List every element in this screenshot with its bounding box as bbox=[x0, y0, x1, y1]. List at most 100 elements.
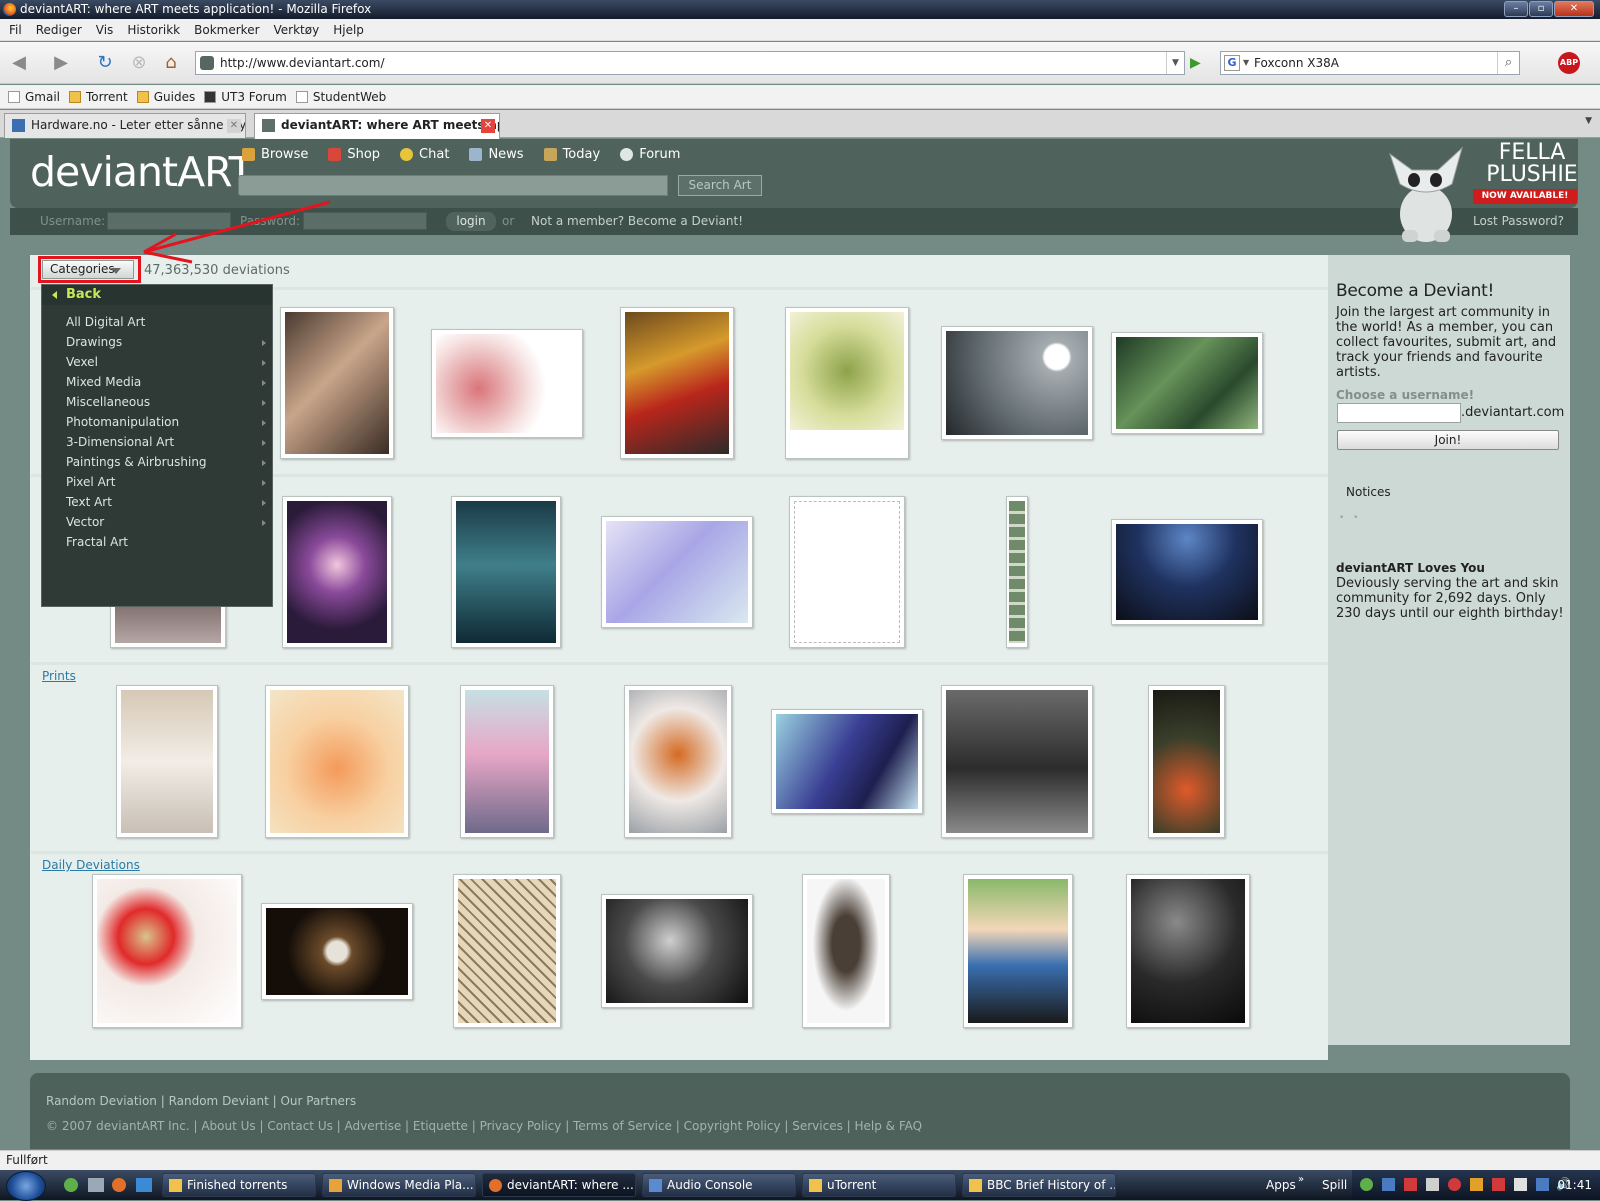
go-arrow-icon[interactable]: ▶ bbox=[1190, 52, 1210, 74]
tray-icon[interactable] bbox=[1360, 1178, 1373, 1191]
menu-item-text-art[interactable]: Text Art bbox=[66, 495, 112, 509]
taskbar-bbc-history[interactable]: BBC Brief History of ... bbox=[962, 1173, 1116, 1197]
thumbnail[interactable] bbox=[620, 307, 734, 459]
login-button[interactable]: login bbox=[446, 212, 496, 231]
menu-verktoy[interactable]: Verktøy bbox=[269, 23, 329, 37]
taskbar-windows-media-player[interactable]: Windows Media Pla... bbox=[322, 1173, 476, 1197]
google-engine-icon[interactable]: G bbox=[1224, 55, 1240, 71]
menu-item-fractal-art[interactable]: Fractal Art bbox=[66, 535, 128, 549]
deviantart-logo[interactable]: deviantART bbox=[30, 148, 254, 196]
menu-item-drawings[interactable]: Drawings bbox=[66, 335, 122, 349]
menu-fil[interactable]: Fil bbox=[4, 23, 31, 37]
thumbnail[interactable] bbox=[451, 496, 561, 648]
prints-link[interactable]: Prints bbox=[42, 669, 76, 683]
thumbnail[interactable] bbox=[601, 516, 753, 628]
menu-item-paintings[interactable]: Paintings & Airbrushing bbox=[66, 455, 207, 469]
nav-news[interactable]: News bbox=[469, 147, 524, 162]
thumbnail[interactable] bbox=[460, 685, 554, 838]
menu-vis[interactable]: Vis bbox=[91, 23, 123, 37]
menu-back[interactable]: Back bbox=[42, 285, 272, 305]
spill-toolbar[interactable]: Spill bbox=[1322, 1178, 1347, 1192]
quicklaunch-icon[interactable] bbox=[64, 1178, 78, 1192]
tray-icon[interactable] bbox=[1492, 1178, 1505, 1191]
da-search-input[interactable] bbox=[238, 175, 668, 196]
firefox-quicklaunch-icon[interactable] bbox=[112, 1178, 126, 1192]
thumbnail[interactable] bbox=[1111, 332, 1263, 434]
thumbnail[interactable] bbox=[802, 874, 890, 1028]
thumbnail[interactable] bbox=[601, 894, 753, 1008]
thumbnail[interactable] bbox=[280, 307, 394, 459]
url-bar[interactable]: http://www.deviantart.com/ ▼ bbox=[195, 51, 1185, 75]
menu-item-mixed-media[interactable]: Mixed Media bbox=[66, 375, 141, 389]
menu-hjelp[interactable]: Hjelp bbox=[328, 23, 373, 37]
url-dropdown-icon[interactable]: ▼ bbox=[1166, 52, 1184, 74]
menu-item-photomanipulation[interactable]: Photomanipulation bbox=[66, 415, 179, 429]
menu-item-3d-art[interactable]: 3-Dimensional Art bbox=[66, 435, 174, 449]
tab-hardware[interactable]: Hardware.no - Leter etter sånne kry... ✕ bbox=[4, 113, 246, 138]
daily-deviations-link[interactable]: Daily Deviations bbox=[42, 858, 140, 872]
join-button[interactable]: Join! bbox=[1337, 430, 1559, 450]
tray-icon[interactable] bbox=[1470, 1178, 1483, 1191]
thumbnail[interactable] bbox=[771, 709, 923, 814]
choose-username-input[interactable] bbox=[1337, 403, 1461, 423]
adblock-icon[interactable]: ABP bbox=[1558, 52, 1580, 74]
tray-icon[interactable] bbox=[1404, 1178, 1417, 1191]
apps-toolbar[interactable]: Apps bbox=[1266, 1178, 1296, 1192]
bookmark-guides[interactable]: Guides bbox=[136, 90, 195, 104]
nav-today[interactable]: Today bbox=[543, 147, 600, 162]
thumbnail[interactable] bbox=[1111, 519, 1263, 625]
fella-plushie-ad[interactable]: FELLA PLUSHIE NOW AVAILABLE! bbox=[1378, 138, 1590, 248]
nav-forum[interactable]: Forum bbox=[620, 147, 680, 162]
menu-item-vexel[interactable]: Vexel bbox=[66, 355, 98, 369]
tray-icon[interactable] bbox=[1382, 1178, 1395, 1191]
footer-links[interactable]: Random Deviation | Random Deviant | Our … bbox=[46, 1094, 356, 1108]
home-icon[interactable]: ⌂ bbox=[158, 50, 184, 76]
thumbnail[interactable] bbox=[282, 496, 392, 648]
tab-deviantart[interactable]: deviantART: where ART meets ap... ✕ bbox=[254, 113, 500, 139]
thumbnail[interactable] bbox=[1006, 496, 1028, 648]
bookmark-torrent[interactable]: Torrent bbox=[69, 90, 128, 104]
tray-icon[interactable] bbox=[1448, 1178, 1461, 1191]
menu-bokmerker[interactable]: Bokmerker bbox=[189, 23, 268, 37]
menu-item-vector[interactable]: Vector bbox=[66, 515, 104, 529]
menu-item-all-digital-art[interactable]: All Digital Art bbox=[66, 315, 145, 329]
desktop-quicklaunch-icon[interactable] bbox=[136, 1178, 152, 1192]
thumbnail[interactable] bbox=[941, 685, 1093, 838]
become-deviant-link[interactable]: Not a member? Become a Deviant! bbox=[531, 214, 743, 228]
thumbnail[interactable] bbox=[431, 329, 583, 438]
minimize-button[interactable]: – bbox=[1504, 1, 1528, 17]
menu-rediger[interactable]: Rediger bbox=[31, 23, 91, 37]
nav-chat[interactable]: Chat bbox=[400, 147, 449, 162]
menu-item-pixel-art[interactable]: Pixel Art bbox=[66, 475, 115, 489]
search-magnifier-icon[interactable]: ⌕ bbox=[1497, 52, 1519, 74]
tray-icon[interactable] bbox=[1514, 1178, 1527, 1191]
thumbnail[interactable] bbox=[116, 685, 218, 838]
maximize-button[interactable]: ▫ bbox=[1529, 1, 1553, 17]
nav-shop[interactable]: Shop bbox=[328, 147, 380, 162]
clock[interactable]: 01:41 bbox=[1557, 1178, 1592, 1192]
engine-dropdown-icon[interactable]: ▼ bbox=[1243, 52, 1249, 74]
tray-icon[interactable] bbox=[1426, 1178, 1439, 1191]
close-window-button[interactable]: ✕ bbox=[1554, 1, 1594, 17]
footer-legal-links[interactable]: © 2007 deviantART Inc. | About Us | Cont… bbox=[46, 1119, 922, 1133]
forward-arrow-icon[interactable]: ▶ bbox=[48, 50, 74, 76]
thumbnail[interactable] bbox=[789, 496, 905, 648]
thumbnail[interactable] bbox=[785, 307, 909, 459]
thumbnail[interactable] bbox=[941, 326, 1093, 440]
taskbar-audio-console[interactable]: Audio Console bbox=[642, 1173, 796, 1197]
thumbnail[interactable] bbox=[453, 874, 561, 1028]
taskbar-utorrent[interactable]: uTorrent bbox=[802, 1173, 956, 1197]
quicklaunch-icon[interactable] bbox=[88, 1178, 104, 1192]
bookmark-ut3-forum[interactable]: UT3 Forum bbox=[204, 90, 287, 104]
back-arrow-icon[interactable]: ◀ bbox=[6, 50, 32, 76]
close-tab-icon[interactable]: ✕ bbox=[481, 119, 495, 133]
search-art-button[interactable]: Search Art bbox=[678, 175, 762, 196]
thumbnail[interactable] bbox=[261, 903, 413, 1000]
bookmark-studentweb[interactable]: StudentWeb bbox=[295, 90, 386, 104]
taskbar-deviantart[interactable]: deviantART: where ... bbox=[482, 1173, 636, 1197]
menu-historikk[interactable]: Historikk bbox=[122, 23, 189, 37]
thumbnail[interactable] bbox=[265, 685, 409, 838]
stop-icon[interactable]: ⊗ bbox=[126, 50, 152, 76]
reload-icon[interactable]: ↻ bbox=[92, 50, 118, 76]
thumbnail[interactable] bbox=[92, 874, 242, 1028]
